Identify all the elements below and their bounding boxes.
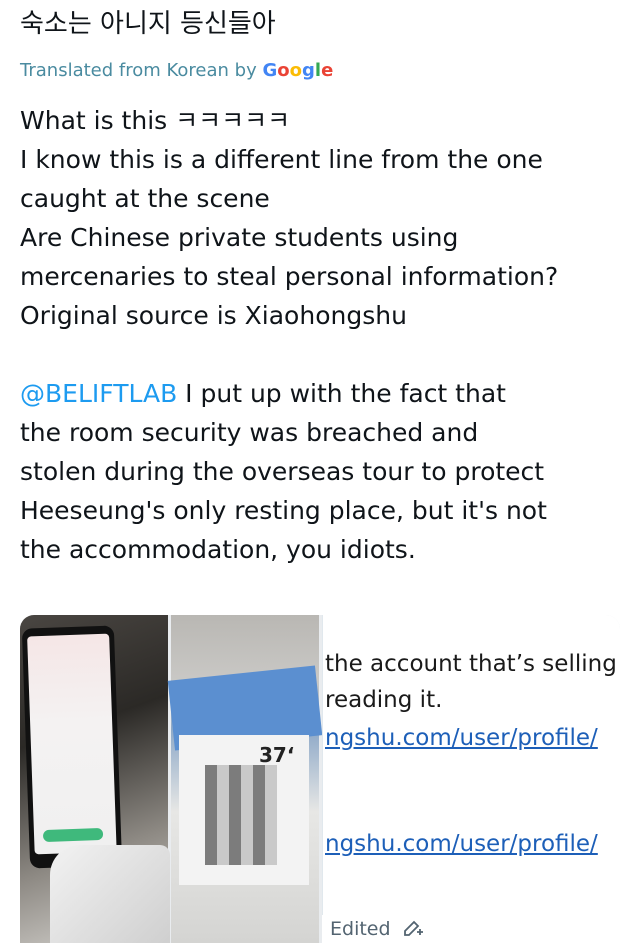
phone-image [21, 625, 123, 869]
media-grid: 37‘ the account that’s selling reading i… [20, 615, 620, 943]
reply-line: stolen during the overseas tour to prote… [20, 457, 545, 486]
post-line: What is this ㅋㅋㅋㅋㅋ [20, 106, 291, 135]
reply-line: the accommodation, you idiots. [20, 535, 416, 564]
post-line: Are Chinese private students using [20, 223, 459, 252]
post-line: I know this is a different line from the… [20, 145, 543, 174]
mention-link[interactable]: @BELIFTLAB [20, 379, 177, 408]
phone-screen [27, 633, 117, 855]
edited-label: Edited [330, 918, 391, 940]
edited-bar: Edited [322, 915, 620, 943]
reply-line: the room security was breached and [20, 418, 479, 447]
post-line: caught at the scene [20, 184, 270, 213]
google-logo: Google [262, 60, 334, 81]
screenshot-photo[interactable]: the account that’s selling reading it. n… [322, 615, 620, 943]
edit-pencil-icon[interactable] [402, 919, 424, 939]
phone-green-button [42, 827, 104, 843]
package-photo[interactable]: 37‘ [167, 615, 323, 943]
screenshot-link: ngshu.com/user/profile/ [325, 725, 598, 751]
post-line: mercenaries to steal personal informatio… [20, 262, 559, 291]
plastic-bag [50, 845, 170, 943]
screenshot-link: ngshu.com/user/profile/ [325, 831, 598, 857]
pixelated-area [205, 765, 277, 865]
phone-photo[interactable] [20, 615, 170, 943]
package-number: 37‘ [259, 743, 295, 767]
reply-line: Heeseung's only resting place, but it's … [20, 496, 547, 525]
reply-text: I put up with the fact that [177, 379, 506, 408]
post-line: Original source is Xiaohongshu [20, 301, 407, 330]
translated-label: Translated from Korean by [20, 60, 257, 81]
translation-attribution[interactable]: Translated from Korean by Google [20, 58, 333, 84]
post-body: What is this ㅋㅋㅋㅋㅋ I know this is a diff… [20, 101, 630, 569]
reply-first-line: @BELIFTLAB I put up with the fact that [20, 374, 630, 413]
screenshot-line: the account that’s selling [325, 651, 617, 677]
original-korean-text: 숙소는 아니지 등신들아 [20, 9, 276, 39]
screenshot-line: reading it. [325, 687, 443, 713]
